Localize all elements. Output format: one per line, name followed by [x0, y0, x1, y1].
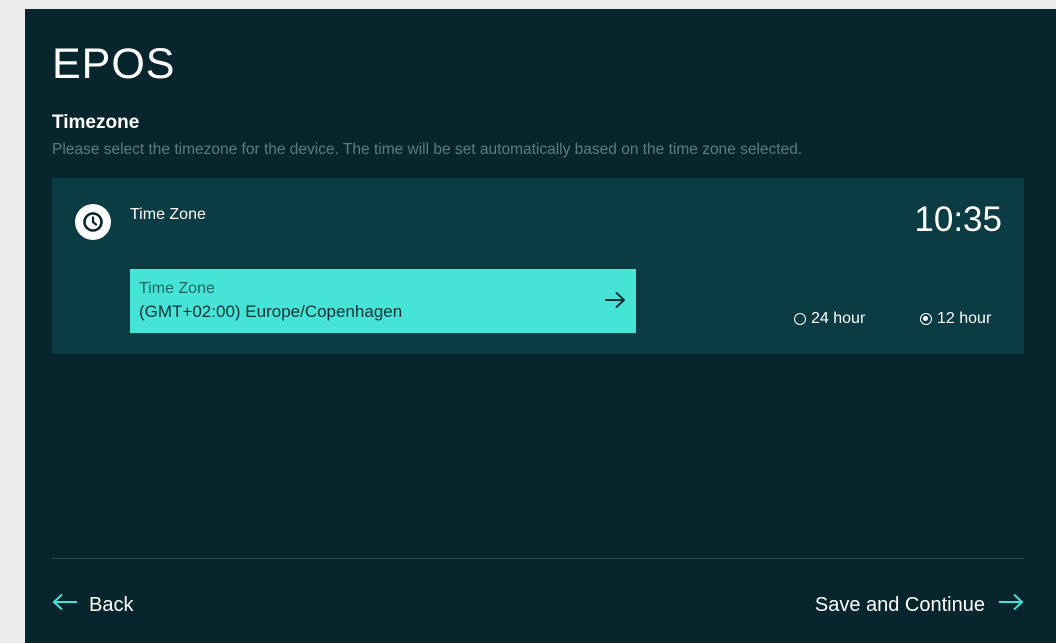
device-setup-screen: EPOS Timezone Please select the timezone… [25, 9, 1056, 643]
radio-12-hour[interactable]: 12 hour [920, 310, 991, 328]
page-subtitle: Please select the timezone for the devic… [52, 141, 803, 158]
page-title: Timezone [52, 112, 140, 133]
back-button[interactable]: Back [52, 593, 133, 617]
current-time: 10:35 [914, 200, 1002, 239]
arrow-right-icon [985, 593, 1024, 617]
save-and-continue-button[interactable]: Save and Continue [815, 593, 1024, 617]
clock-icon [75, 204, 111, 240]
epos-logo: EPOS [52, 40, 176, 88]
save-button-label: Save and Continue [814, 593, 985, 616]
footer-divider [52, 558, 1024, 559]
radio-label-12-hour: 12 hour [937, 310, 992, 327]
arrow-left-icon [52, 593, 89, 617]
timezone-card: Time Zone 10:35 Time Zone (GMT+02:00) Eu… [52, 178, 1024, 354]
radio-label-24-hour: 24 hour [811, 310, 866, 327]
radio-24-hour[interactable]: 24 hour [794, 310, 865, 328]
arrow-right-icon [604, 291, 626, 314]
radio-circle-24-hour [794, 313, 806, 325]
back-button-label: Back [89, 593, 134, 616]
time-zone-heading: Time Zone [130, 206, 206, 223]
timezone-select[interactable]: Time Zone (GMT+02:00) Europe/Copenhagen [130, 269, 636, 333]
radio-circle-12-hour [920, 313, 932, 325]
timezone-select-value: (GMT+02:00) Europe/Copenhagen [139, 302, 403, 321]
timezone-select-label: Time Zone [139, 280, 215, 297]
